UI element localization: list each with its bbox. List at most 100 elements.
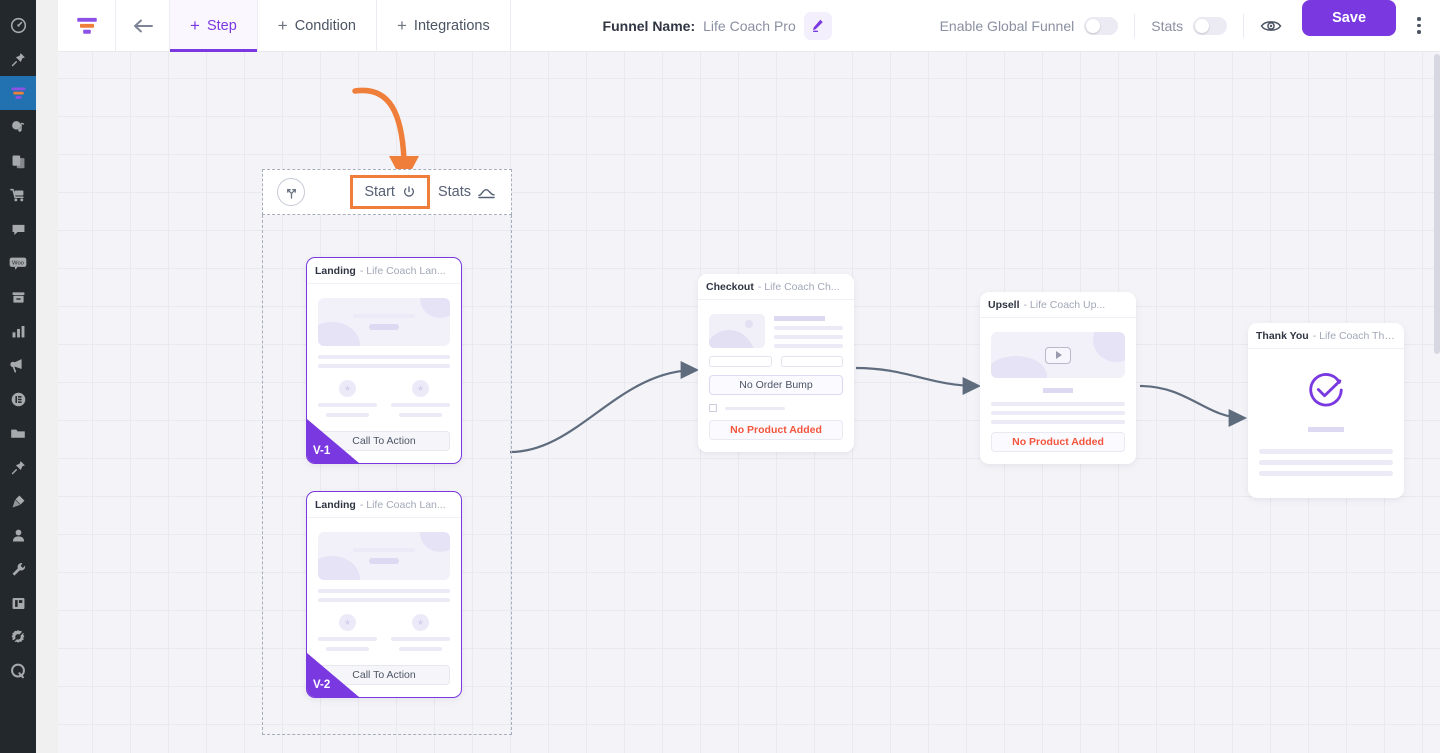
sidebar-item-media[interactable] [0,110,36,144]
group-header[interactable]: Start Stats [262,169,512,215]
sidebar-item-settings[interactable] [0,620,36,654]
feature-column: ★ [318,380,377,417]
hero-blob [318,556,360,580]
hero-blob [420,298,450,318]
main-column: + Step + Condition + Integrations Funnel… [58,0,1440,753]
sidebar-item-funnels[interactable] [0,76,36,110]
checkout-fields [709,356,843,367]
card-header: Landing - Life Coach Lan... [307,492,461,518]
arrow-left-icon [133,19,153,32]
wrench-icon [12,562,25,576]
sidebar-item-pin-2[interactable] [0,450,36,484]
skeleton-line [1259,449,1393,454]
pencil-icon [813,19,823,32]
save-button[interactable]: Save [1302,0,1397,36]
success-check [1259,369,1393,411]
start-button[interactable]: Start [350,175,430,209]
sidebar-item-tools[interactable] [0,552,36,586]
no-product-badge[interactable]: No Product Added [709,420,843,440]
sidebar-item-addons[interactable] [0,586,36,620]
tab-condition-label: Condition [294,17,356,34]
checkout-checkbox-row [709,404,843,412]
sidebar-item-quick[interactable] [0,654,36,688]
skeleton-line [991,420,1125,424]
feature-columns: ★ ★ [318,614,450,651]
no-product-badge[interactable]: No Product Added [991,432,1125,452]
plus-icon: + [277,16,288,35]
play-triangle [1056,351,1062,359]
checkbox-icon[interactable] [709,404,717,412]
sidebar-item-plugins[interactable] [0,484,36,518]
split-branch-icon[interactable] [277,178,305,206]
curved-arrow-down-icon [352,87,407,163]
sidebar-item-pin[interactable] [0,42,36,76]
play-button-icon[interactable] [1045,346,1071,364]
scrollbar-thumb[interactable] [1434,54,1440,354]
video-placeholder [991,332,1125,378]
funnel-name-group: Funnel Name: Life Coach Pro [597,0,838,51]
tab-step[interactable]: + Step [170,0,258,52]
skeleton-line [991,411,1125,415]
checkout-field[interactable] [709,356,772,367]
skeleton-paragraph [1259,449,1393,476]
more-options-button[interactable] [1402,0,1436,51]
skeleton-line [369,324,399,330]
feature-column: ★ [391,380,450,417]
card-header: Upsell - Life Coach Up... [980,292,1136,318]
canvas-scrollbar[interactable] [1434,52,1440,753]
switch-knob [1195,18,1210,33]
sidebar-item-marketing[interactable] [0,348,36,382]
pages-copy-icon [12,155,24,168]
comment-bubble-icon [12,224,24,235]
node-landing-v2[interactable]: Landing - Life Coach Lan... ★ ★ Call To … [306,491,462,698]
back-button[interactable] [116,0,170,51]
skeleton-line [353,314,415,318]
order-bump-button[interactable]: No Order Bump [709,375,843,395]
tab-condition[interactable]: + Condition [258,0,377,51]
node-checkout[interactable]: Checkout - Life Coach Ch... No Order Bum… [698,274,854,452]
star-badge-icon: ★ [339,614,356,631]
archive-box-icon [12,291,24,303]
sidebar-item-folder[interactable] [0,416,36,450]
start-button-label: Start [364,184,395,200]
edit-funnel-name-button[interactable] [803,11,832,40]
plug-icon [12,495,24,507]
sidebar-item-store[interactable] [0,178,36,212]
skeleton-paragraph [318,355,450,368]
preview-button[interactable] [1244,18,1298,34]
hero-placeholder [318,532,450,580]
video-blob [1093,332,1125,362]
kebab-dot [1417,30,1421,34]
checkout-top [709,314,843,348]
sidebar-item-dashboard[interactable] [0,8,36,42]
skeleton-line [774,316,826,321]
sidebar-item-archive[interactable] [0,280,36,314]
sidebar-item-users[interactable] [0,518,36,552]
sidebar-item-analytics[interactable] [0,314,36,348]
folder-icon [11,429,25,438]
sidebar-item-comments[interactable] [0,212,36,246]
megaphone-icon [10,359,22,373]
plus-icon: + [396,16,407,35]
skeleton-line [774,335,843,339]
sidebar-item-pages[interactable] [0,144,36,178]
node-landing-v1[interactable]: Landing - Life Coach Lan... ★ ★ Call To … [306,257,462,464]
group-stats-button[interactable]: Stats [436,178,497,206]
sidebar-item-elementor[interactable] [0,382,36,416]
eye-icon [1260,20,1282,31]
wp-admin-rail: Woo [0,0,36,753]
stats-toggle-label: Stats [1151,17,1184,34]
edge-group-to-checkout [509,360,700,454]
node-thankyou[interactable]: Thank You - Life Coach Tha... [1248,323,1404,498]
feature-column: ★ [318,614,377,651]
tab-integrations[interactable]: + Integrations [377,0,511,51]
sidebar-item-woocommerce[interactable]: Woo [0,246,36,280]
funnel-logo[interactable] [58,0,116,51]
node-upsell[interactable]: Upsell - Life Coach Up... No Product Add… [980,292,1136,464]
global-funnel-switch[interactable] [1084,16,1119,35]
stats-switch[interactable] [1193,16,1228,35]
checkout-field[interactable] [780,356,843,367]
feature-columns: ★ ★ [318,380,450,417]
funnel-canvas[interactable]: Start Stats Landing - Life Coach Lan... … [58,52,1440,753]
toolbar: + Step + Condition + Integrations Funnel… [58,0,1440,52]
